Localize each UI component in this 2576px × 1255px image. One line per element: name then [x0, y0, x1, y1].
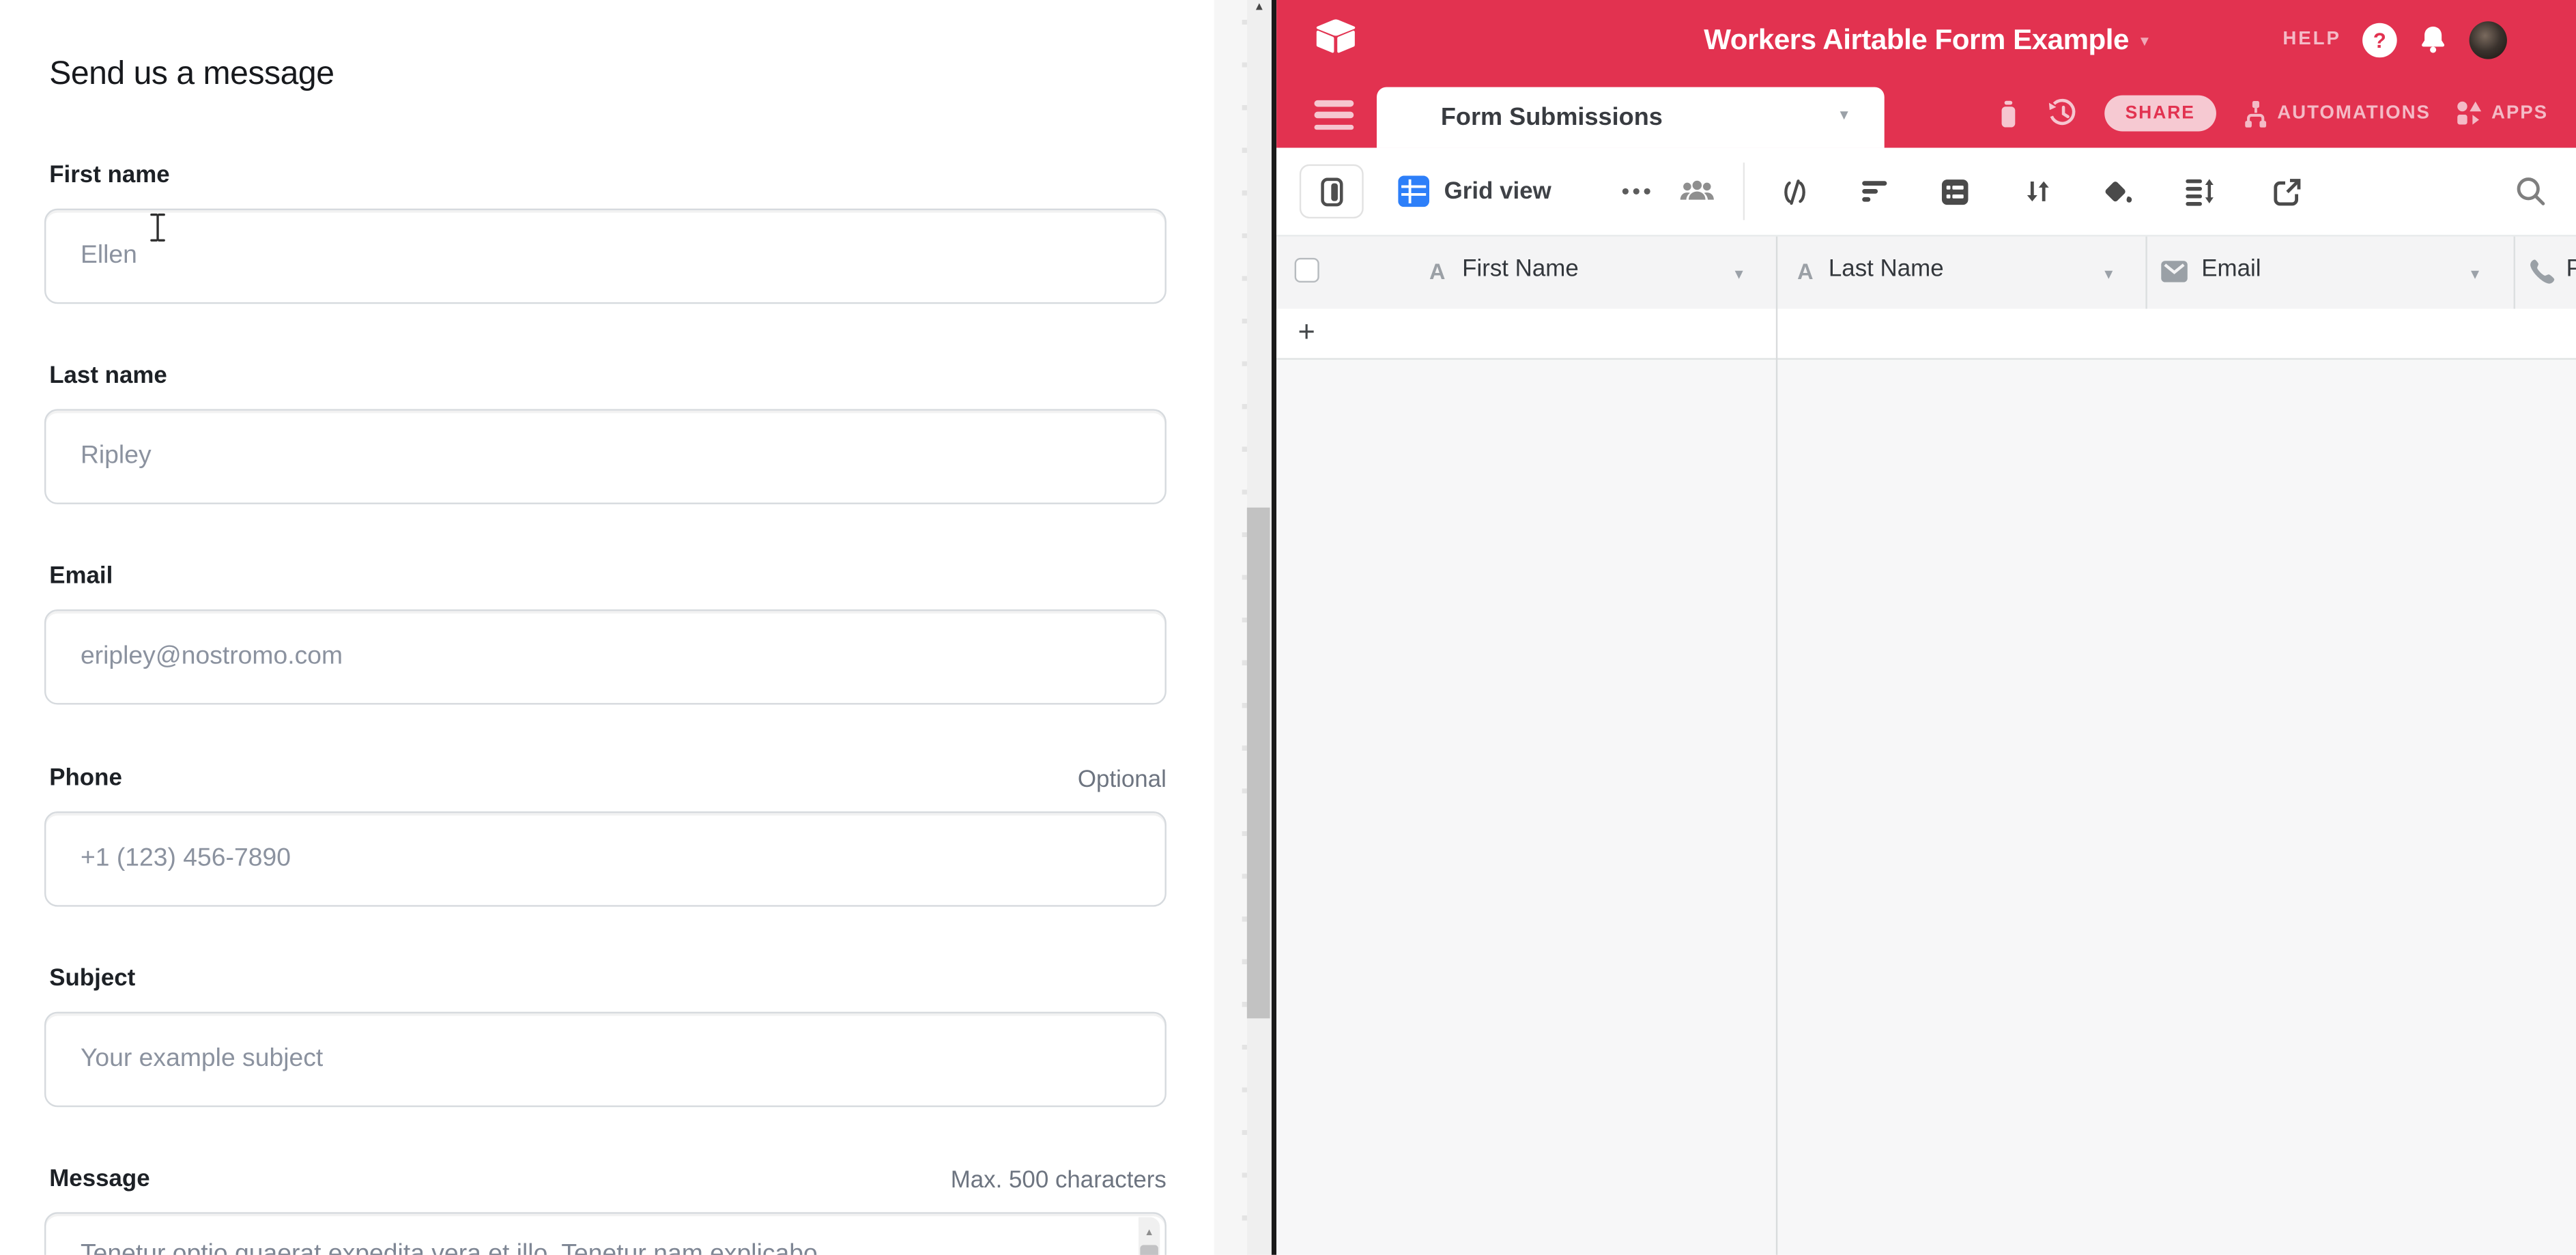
- base-title-caret-icon[interactable]: ▾: [2141, 29, 2149, 50]
- color-fill-icon: [2101, 177, 2132, 206]
- first-name-label: First name: [49, 162, 170, 189]
- window-scrollbar-thumb[interactable]: [1247, 508, 1270, 1019]
- email-input[interactable]: [44, 609, 1167, 705]
- trash-icon[interactable]: [1995, 100, 2020, 128]
- message-textarea[interactable]: Tenetur optio quaerat expedita vera et i…: [44, 1212, 1167, 1255]
- tab-form-submissions[interactable]: Form Submissions ▾: [1377, 87, 1885, 148]
- last-name-label: Last name: [49, 363, 167, 390]
- toolbar-separator: [1743, 162, 1745, 220]
- share-button[interactable]: SHARE: [2104, 96, 2216, 132]
- column-first-name-caret-icon[interactable]: ▾: [1735, 261, 1743, 289]
- column-divider[interactable]: [2514, 237, 2515, 309]
- textarea-scrollbar[interactable]: ▲: [1139, 1217, 1160, 1255]
- message-text: Tenetur optio quaerat expedita vera et i…: [81, 1237, 1083, 1254]
- collaborators-button[interactable]: [1679, 148, 1715, 235]
- base-actions-cluster: SHARE AUTOMATIONS: [1995, 79, 2548, 148]
- sort-icon: [2024, 177, 2052, 205]
- column-email-caret-icon[interactable]: ▾: [2471, 261, 2479, 289]
- share-button-label: SHARE: [2126, 104, 2195, 124]
- share-view-icon: [2272, 177, 2302, 206]
- group-button[interactable]: [1941, 148, 1970, 235]
- row-height-icon: [2185, 176, 2214, 207]
- table-tab-label: Form Submissions: [1441, 104, 1663, 132]
- automations-button[interactable]: AUTOMATIONS: [2243, 100, 2431, 128]
- group-icon: [1941, 177, 1970, 206]
- grid-empty-area: [1276, 360, 2576, 1255]
- base-title[interactable]: Workers Airtable Form Example: [1704, 22, 2129, 57]
- email-field-type-icon: [2160, 259, 2188, 284]
- grid-view-icon[interactable]: [1398, 176, 1429, 207]
- email-label: Email: [49, 564, 113, 590]
- hide-fields-icon: [1781, 178, 1809, 205]
- column-last-name-caret-icon[interactable]: ▾: [2104, 261, 2113, 289]
- apps-icon: [2457, 100, 2483, 127]
- view-sidebar-icon: [1320, 177, 1343, 206]
- row-height-button[interactable]: [2185, 148, 2214, 235]
- frozen-column-divider[interactable]: [1776, 237, 1777, 1255]
- share-view-button[interactable]: [2272, 148, 2302, 235]
- add-record-plus-icon[interactable]: +: [1298, 315, 1315, 348]
- help-question-icon[interactable]: ?: [2362, 22, 2397, 57]
- help-menu[interactable]: HELP: [2282, 29, 2341, 49]
- phone-label: Phone: [49, 766, 122, 792]
- history-icon[interactable]: [2046, 98, 2078, 128]
- notifications-bell-icon[interactable]: [2418, 25, 2448, 54]
- color-button[interactable]: [2101, 148, 2132, 235]
- search-button[interactable]: [2515, 148, 2547, 235]
- user-avatar[interactable]: [2470, 20, 2507, 58]
- window-scroll-up-icon[interactable]: ▲: [1247, 0, 1272, 15]
- phone-optional-note: Optional: [1078, 767, 1167, 794]
- column-first-name[interactable]: First Name: [1462, 256, 1579, 284]
- column-last-name[interactable]: Last Name: [1829, 256, 1944, 284]
- view-options-button[interactable]: [1622, 148, 1651, 235]
- apps-label: APPS: [2491, 104, 2548, 124]
- header-right-cluster: HELP ?: [2282, 0, 2507, 79]
- filter-icon: [1861, 179, 1888, 203]
- form-heading: Send us a message: [49, 56, 334, 93]
- select-all-checkbox[interactable]: [1295, 258, 1319, 283]
- collaborators-icon: [1679, 179, 1715, 203]
- sort-button[interactable]: [2024, 148, 2052, 235]
- column-phone[interactable]: Phone: [2566, 256, 2576, 284]
- ellipsis-icon: [1622, 187, 1651, 195]
- apps-button[interactable]: APPS: [2457, 100, 2548, 127]
- phone-input[interactable]: [44, 811, 1167, 907]
- text-field-type-icon: A: [1429, 258, 1445, 286]
- subject-label: Subject: [49, 966, 135, 992]
- filter-button[interactable]: [1861, 148, 1888, 235]
- hamburger-icon: [1315, 100, 1354, 106]
- ibeam-cursor-icon: [148, 212, 168, 243]
- hide-fields-button[interactable]: [1781, 148, 1809, 235]
- window-split-divider[interactable]: [1272, 0, 1276, 1255]
- screen: Send us a message First name Last name E…: [0, 0, 2576, 1255]
- view-name[interactable]: Grid view: [1444, 178, 1551, 205]
- automations-icon: [2243, 100, 2270, 128]
- text-field-type-icon: A: [1797, 258, 1813, 286]
- view-sidebar-toggle-button[interactable]: [1300, 164, 1364, 218]
- subject-input[interactable]: [44, 1012, 1167, 1108]
- phone-field-type-icon: [2528, 258, 2556, 286]
- column-email[interactable]: Email: [2201, 256, 2261, 284]
- add-record-row[interactable]: [1276, 308, 2576, 360]
- search-icon: [2515, 176, 2547, 207]
- sidebar-menu-button[interactable]: [1315, 100, 1354, 130]
- contact-form-pane: Send us a message First name Last name E…: [0, 0, 1214, 1255]
- last-name-input[interactable]: [44, 409, 1167, 504]
- column-divider[interactable]: [2145, 237, 2147, 309]
- message-label: Message: [49, 1166, 149, 1193]
- automations-label: AUTOMATIONS: [2277, 104, 2431, 124]
- textarea-scroll-thumb[interactable]: [1140, 1245, 1158, 1254]
- table-tab-caret-icon[interactable]: ▾: [1840, 106, 1848, 124]
- first-name-input[interactable]: [44, 209, 1167, 304]
- message-maxchars-note: Max. 500 characters: [951, 1168, 1167, 1194]
- textarea-scroll-up-icon[interactable]: ▲: [1139, 1227, 1160, 1240]
